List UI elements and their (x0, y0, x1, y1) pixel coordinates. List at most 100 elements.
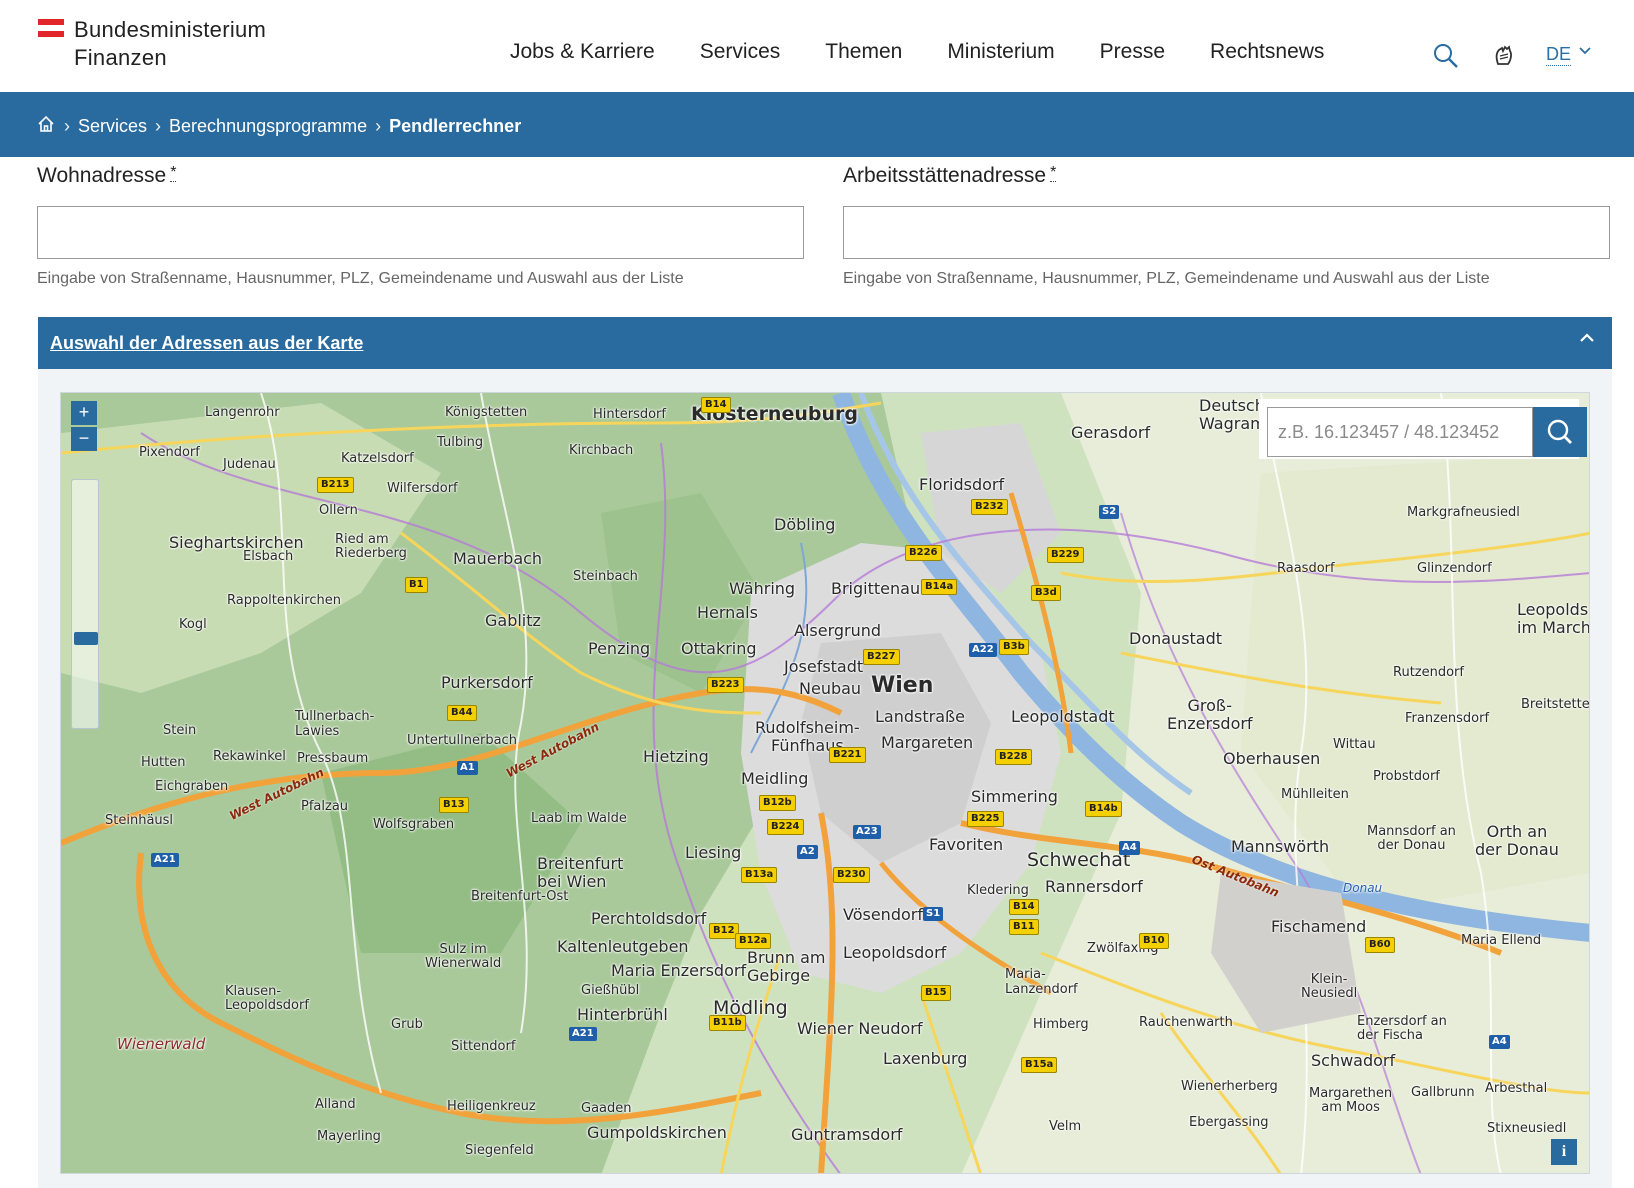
map-label-laxenburg: Laxenburg (883, 1049, 968, 1068)
road-shield: B11b (709, 1015, 746, 1031)
map-label-maria-ellend: Maria Ellend (1461, 933, 1542, 948)
map-label-eichgraben: Eichgraben (155, 779, 229, 794)
map-label-wittau: Wittau (1333, 737, 1376, 752)
map-zoom-controls: + − (71, 401, 97, 451)
search-icon[interactable] (1432, 42, 1460, 75)
road-shield: A4 (1119, 841, 1140, 855)
map-label-kirchbach: Kirchbach (569, 443, 634, 458)
map-label-brigittenau: Brigittenau (831, 579, 921, 598)
chevron-down-icon[interactable] (1578, 44, 1592, 63)
map-label-stein: Stein (163, 723, 197, 738)
map-label-muehlleiten: Mühlleiten (1281, 787, 1349, 802)
nav-presse[interactable]: Presse (1100, 40, 1165, 64)
map-label-katzelsdorf: Katzelsdorf (341, 451, 414, 466)
road-shield: B13 (439, 797, 469, 813)
map-label-simmering: Simmering (971, 787, 1058, 806)
map-label-schwadorf: Schwadorf (1311, 1051, 1396, 1070)
breadcrumb-separator: › (155, 116, 162, 136)
map-label-rutzendorf: Rutzendorf (1393, 665, 1464, 680)
map-label-orth: Orth an der Donau (1475, 822, 1559, 859)
road-shield: B221 (829, 747, 866, 763)
road-shield: B232 (971, 499, 1008, 515)
map-label-fischamend: Fischamend (1271, 917, 1367, 936)
map-label-wien: Wien (871, 673, 934, 698)
map-label-kledering: Kledering (967, 883, 1029, 898)
chevron-up-icon[interactable] (1578, 329, 1596, 353)
map-label-gaaden: Gaaden (581, 1101, 632, 1116)
breadcrumb-services[interactable]: Services (78, 116, 147, 137)
search-icon (1547, 419, 1572, 444)
map-label-landstrasse: Landstraße (875, 707, 965, 726)
nav-themen[interactable]: Themen (825, 40, 902, 64)
map-label-wienerherberg: Wienerherberg (1181, 1079, 1278, 1094)
nav-services[interactable]: Services (700, 40, 781, 64)
map-label-donau: Donau (1343, 881, 1383, 895)
logo[interactable]: Bundesministerium Finanzen (38, 16, 266, 72)
map-view[interactable]: Wien Klosterneuburg Floridsdorf Döbling … (60, 392, 1590, 1174)
road-shield: B60 (1365, 937, 1395, 953)
road-shield: B15a (1021, 1057, 1058, 1073)
map-label-voesendorf: Vösendorf (843, 905, 923, 924)
map-label-doebling: Döbling (774, 515, 836, 534)
coordinate-search-input[interactable] (1267, 407, 1533, 457)
map-label-steinhaeusl: Steinhäusl (105, 813, 174, 828)
language-selector[interactable]: DE (1546, 44, 1572, 66)
map-label-neubau: Neubau (799, 679, 862, 698)
map-label-probstdorf: Probstdorf (1373, 769, 1440, 784)
wohnadresse-input[interactable] (37, 206, 804, 259)
road-shield: B1 (405, 577, 428, 593)
map-label-gerasdorf: Gerasdorf (1071, 423, 1151, 442)
arbeitsstaettenadresse-help: Eingabe von Straßenname, Hausnummer, PLZ… (843, 270, 1490, 287)
road-shield: A21 (151, 853, 179, 867)
road-shield: A4 (1489, 1035, 1510, 1049)
logo-line-1: Bundesministerium (74, 17, 267, 42)
road-shield: B3b (999, 639, 1029, 655)
zoom-slider[interactable] (71, 479, 99, 729)
map-panel-title[interactable]: Auswahl der Adressen aus der Karte (50, 333, 363, 354)
map-label-hietzing: Hietzing (643, 747, 709, 766)
road-shield: B213 (317, 477, 354, 493)
zoom-slider-handle[interactable] (74, 632, 98, 645)
map-label-markgrafneusiedl: Markgrafneusiedl (1407, 505, 1520, 520)
map-label-laab: Laab im Walde (531, 811, 627, 826)
map-label-langenrohr: Langenrohr (205, 405, 280, 420)
road-shield: B226 (905, 545, 942, 561)
coordinate-search-button[interactable] (1533, 407, 1587, 457)
map-label-penzing: Penzing (588, 639, 651, 658)
map-label-himberg: Himberg (1033, 1017, 1089, 1032)
map-label-klausen: Klausen- Leopoldsdorf (225, 984, 309, 1013)
breadcrumb-berechnungsprogramme[interactable]: Berechnungsprogramme (169, 116, 367, 137)
nav-jobs[interactable]: Jobs & Karriere (510, 40, 655, 64)
map-label-favoriten: Favoriten (929, 835, 1004, 854)
map-label-breitenfurt: Breitenfurt bei Wien (537, 854, 624, 891)
map-label-rannersdorf: Rannersdorf (1045, 877, 1143, 896)
map-label-rauchenwarth: Rauchenwarth (1139, 1015, 1233, 1030)
nav-ministerium[interactable]: Ministerium (947, 40, 1054, 64)
map-label-ebergassing: Ebergassing (1189, 1115, 1269, 1130)
home-icon[interactable] (36, 114, 56, 139)
wohnadresse-label: Wohnadresse * (37, 164, 177, 188)
road-shield: B44 (447, 705, 477, 721)
zoom-in-button[interactable]: + (71, 401, 97, 425)
map-label-tulbing: Tulbing (437, 435, 484, 450)
main-nav: Jobs & Karriere Services Themen Minister… (510, 40, 1369, 64)
map-label-perchtoldsdorf: Perchtoldsdorf (591, 909, 707, 928)
map-label-waehring: Währing (729, 579, 796, 598)
map-label-deutsch-wagram: Deutsch Wagram (1199, 396, 1266, 433)
arbeitsstaettenadresse-input[interactable] (843, 206, 1610, 259)
site-header: Bundesministerium Finanzen Jobs & Karrie… (0, 0, 1634, 92)
zoom-out-button[interactable]: − (71, 427, 97, 451)
nav-rechtsnews[interactable]: Rechtsnews (1210, 40, 1324, 64)
map-label-grossenzersdorf: Groß- Enzersdorf (1167, 696, 1253, 733)
map-label-schwechat: Schwechat (1027, 849, 1131, 871)
map-label-breitenfurt-ost: Breitenfurt-Ost (471, 889, 569, 904)
breadcrumb-separator: › (375, 116, 382, 136)
map-info-button[interactable]: i (1551, 1139, 1577, 1165)
sign-language-icon[interactable] (1490, 42, 1518, 75)
map-label-leopoldsdorf-march: Leopolds im March (1517, 600, 1590, 637)
map-label-untertullnerbach: Untertullnerbach (407, 733, 517, 748)
map-label-purkersdorf: Purkersdorf (441, 673, 533, 692)
map-label-velm: Velm (1049, 1119, 1082, 1134)
road-shield: B224 (767, 819, 804, 835)
map-panel-header[interactable]: Auswahl der Adressen aus der Karte (38, 317, 1612, 369)
